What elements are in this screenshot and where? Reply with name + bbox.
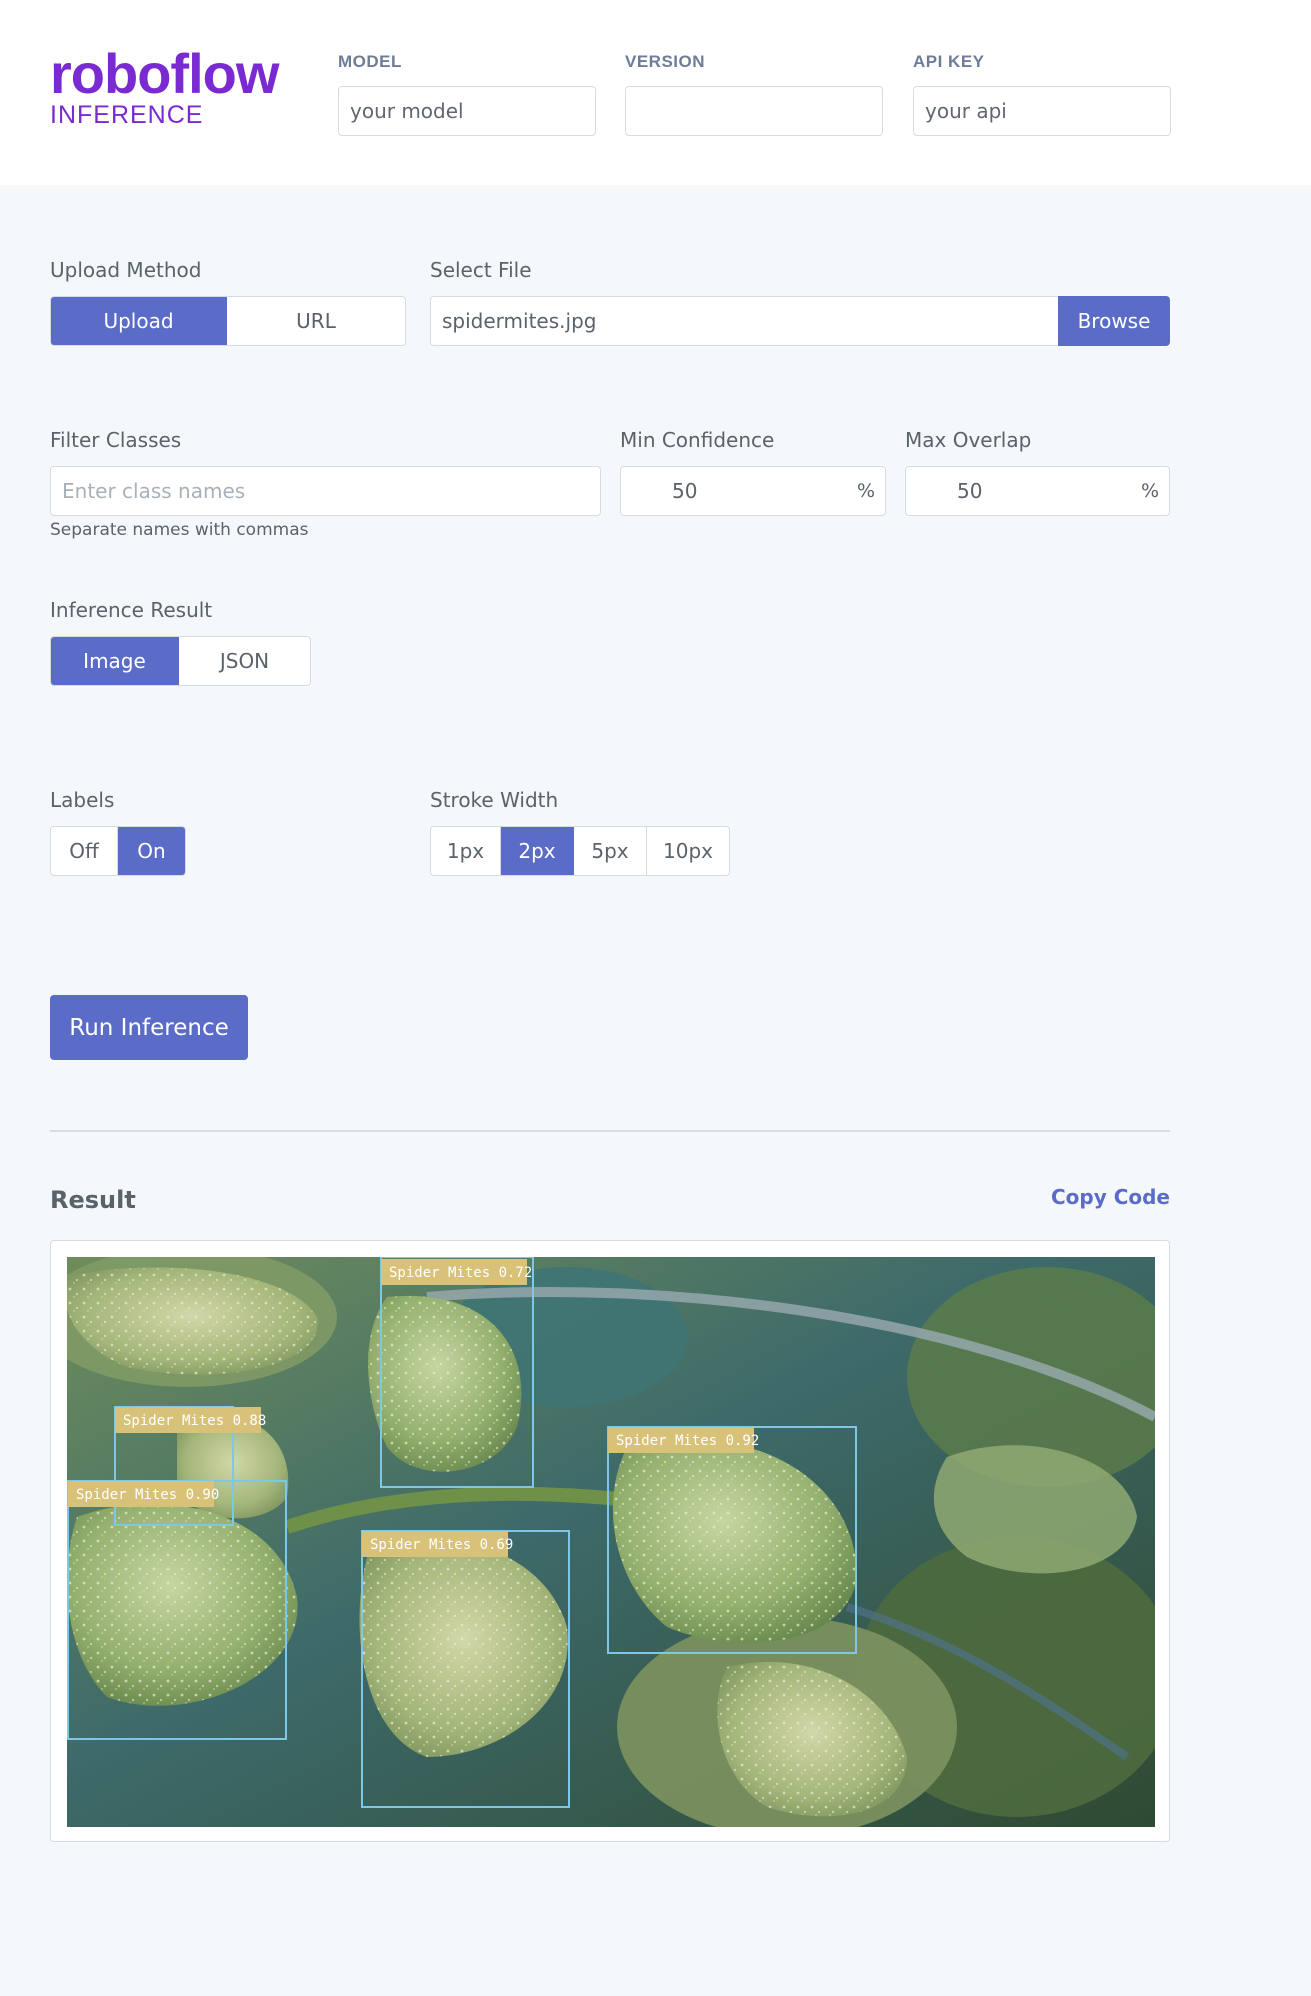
detection-label: Spider Mites 0.69 — [370, 1537, 513, 1553]
filter-classes-label: Filter Classes — [50, 428, 182, 452]
max-overlap-input[interactable]: 50 % — [905, 466, 1170, 516]
min-confidence-value: 50 — [672, 479, 698, 503]
model-input[interactable]: your model — [338, 86, 596, 136]
model-field-group: MODEL your model — [338, 52, 596, 136]
max-overlap-value: 50 — [957, 479, 983, 503]
upload-option-upload[interactable]: Upload — [51, 297, 227, 345]
logo-wordmark: roboflow — [50, 42, 279, 105]
select-file-label: Select File — [430, 258, 532, 282]
labels-option-off[interactable]: Off — [51, 827, 118, 875]
run-inference-button[interactable]: Run Inference — [50, 995, 248, 1060]
divider — [50, 1130, 1170, 1132]
inference-result-image: Spider Mites 0.72 Spider Mites 0.88 Spid… — [67, 1257, 1155, 1827]
copy-code-link[interactable]: Copy Code — [1051, 1185, 1170, 1209]
inference-result-toggle: Image JSON — [50, 636, 311, 686]
result-panel: Spider Mites 0.72 Spider Mites 0.88 Spid… — [50, 1240, 1170, 1842]
min-confidence-input[interactable]: 50 % — [620, 466, 886, 516]
version-field-group: VERSION — [625, 52, 883, 136]
detection-label: Spider Mites 0.72 — [389, 1265, 532, 1281]
stroke-option-2px[interactable]: 2px — [501, 827, 574, 875]
version-input[interactable] — [625, 86, 883, 136]
api-key-input[interactable]: your api — [913, 86, 1171, 136]
api-key-field-group: API KEY your api — [913, 52, 1171, 136]
upload-method-label: Upload Method — [50, 258, 202, 282]
labels-toggle: Off On — [50, 826, 186, 876]
version-label: VERSION — [625, 52, 706, 71]
inference-result-label: Inference Result — [50, 598, 213, 622]
detection-label: Spider Mites 0.90 — [76, 1487, 219, 1503]
max-overlap-label: Max Overlap — [905, 428, 1032, 452]
result-title: Result — [50, 1186, 136, 1214]
api-key-label: API KEY — [913, 52, 985, 71]
result-option-image[interactable]: Image — [51, 637, 179, 685]
result-option-json[interactable]: JSON — [179, 637, 310, 685]
logo-subtitle: INFERENCE — [50, 101, 204, 129]
stroke-width-label: Stroke Width — [430, 788, 559, 812]
min-confidence-unit: % — [856, 480, 875, 502]
stroke-width-toggle: 1px 2px 5px 10px — [430, 826, 730, 876]
stroke-option-10px[interactable]: 10px — [647, 827, 729, 875]
detection-label: Spider Mites 0.88 — [123, 1413, 266, 1429]
stroke-option-5px[interactable]: 5px — [574, 827, 647, 875]
browse-button[interactable]: Browse — [1058, 296, 1170, 346]
stroke-option-1px[interactable]: 1px — [431, 827, 501, 875]
labels-option-on[interactable]: On — [118, 827, 185, 875]
file-input[interactable]: spidermites.jpg — [430, 296, 1062, 346]
filter-classes-help: Separate names with commas — [50, 520, 309, 540]
labels-label: Labels — [50, 788, 115, 812]
filter-classes-input[interactable]: Enter class names — [50, 466, 601, 516]
max-overlap-unit: % — [1140, 480, 1159, 502]
model-label: MODEL — [338, 52, 402, 71]
upload-option-url[interactable]: URL — [227, 297, 405, 345]
app-header: roboflow INFERENCE MODEL your model VERS… — [0, 0, 1311, 185]
roboflow-logo: roboflow INFERENCE — [50, 42, 279, 129]
min-confidence-label: Min Confidence — [620, 428, 775, 452]
upload-method-toggle: Upload URL — [50, 296, 406, 346]
detection-label: Spider Mites 0.92 — [616, 1433, 759, 1449]
